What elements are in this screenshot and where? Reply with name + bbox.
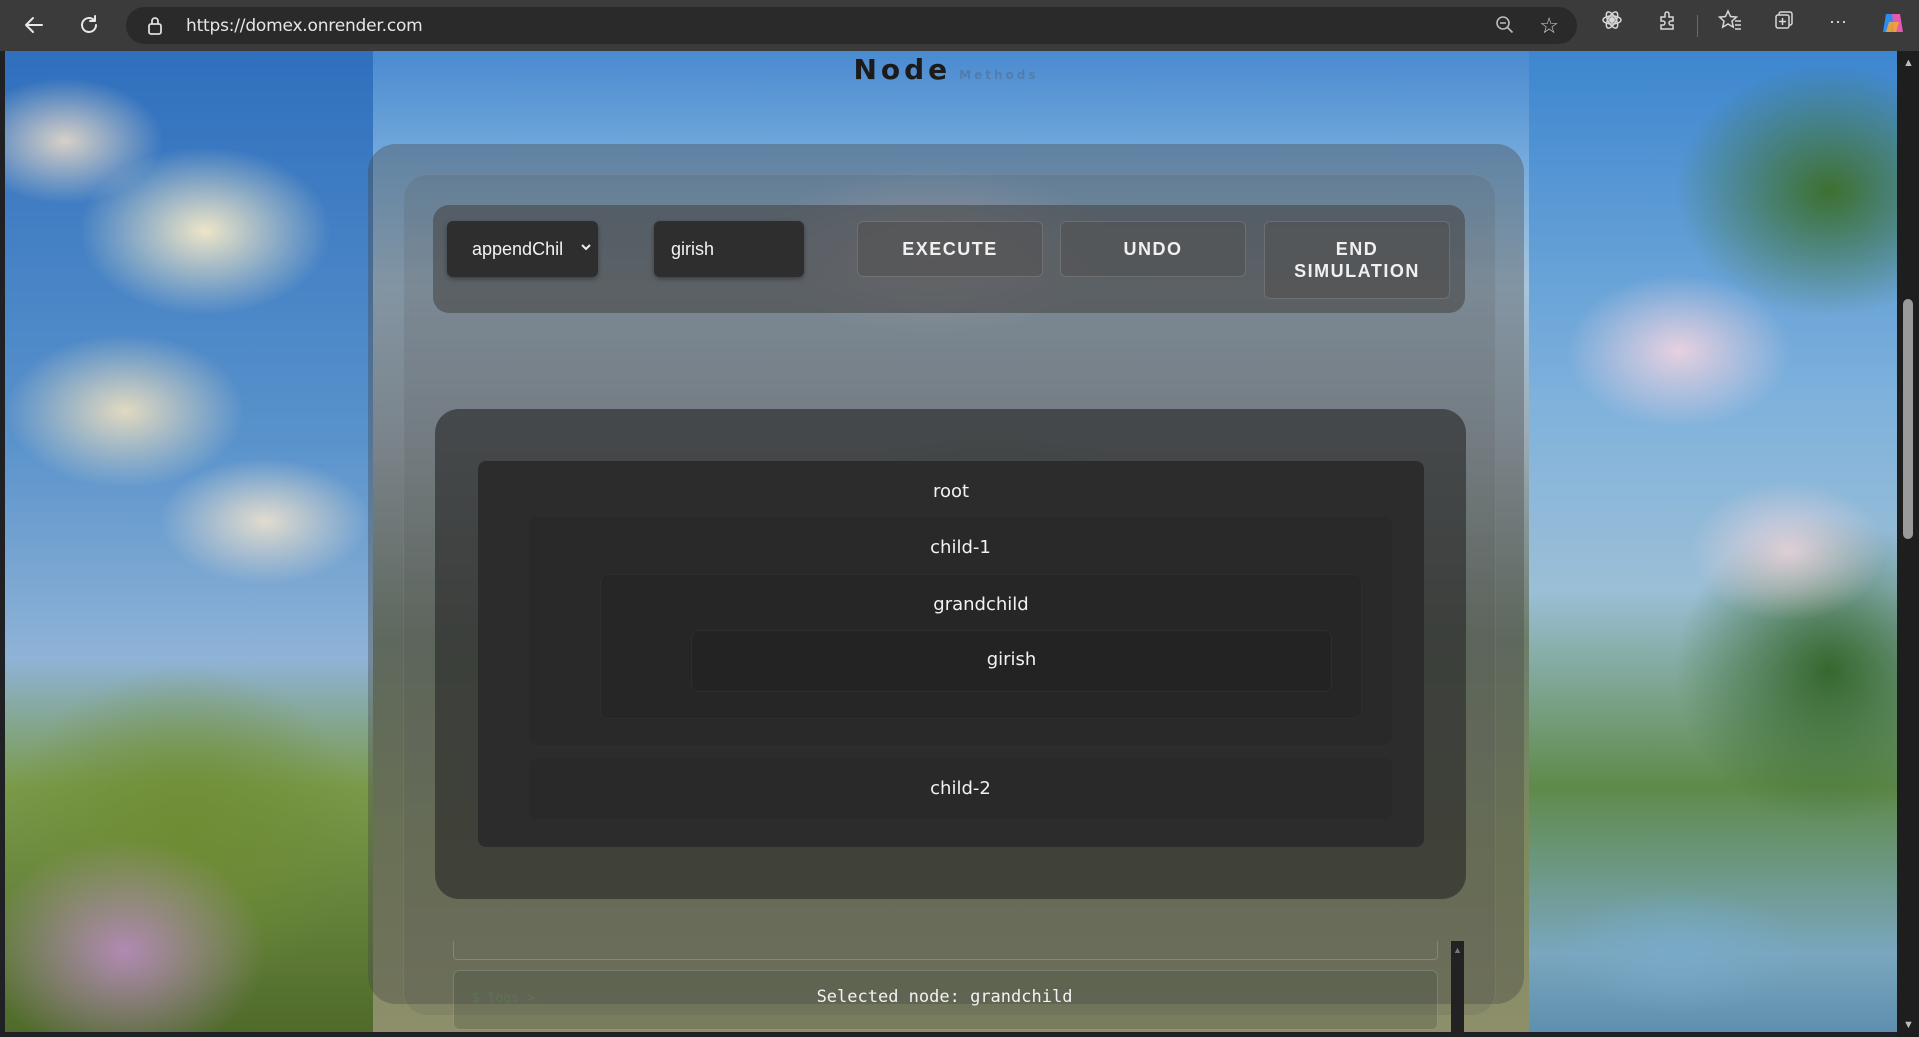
favorites-icon[interactable]	[1717, 9, 1742, 36]
copilot-extension-icon[interactable]	[1601, 9, 1623, 36]
copilot-icon[interactable]	[1880, 10, 1906, 41]
page-subtitle: Methods	[959, 68, 1039, 82]
background-art-left	[5, 51, 373, 1032]
tree-node-girish[interactable]: girish	[691, 630, 1332, 692]
tree-node-label: grandchild	[933, 594, 1029, 615]
node-value-input[interactable]: girish	[654, 221, 804, 277]
background-art-right	[1529, 51, 1897, 1032]
page-header: Node Methods	[368, 53, 1524, 86]
zoom-icon[interactable]	[1495, 15, 1515, 40]
address-bar[interactable]: https://domex.onrender.com ☆	[126, 7, 1577, 44]
undo-button[interactable]: UNDO	[1060, 221, 1246, 277]
scroll-down-arrow-icon[interactable]: ▼	[1903, 1019, 1914, 1031]
scroll-up-arrow-icon[interactable]: ▲	[1903, 57, 1914, 69]
toolbar-divider	[1697, 15, 1698, 37]
tree-node-label: girish	[986, 649, 1037, 670]
scroll-up-arrow-icon[interactable]: ▲	[1453, 945, 1462, 955]
tree-node-label: root	[932, 481, 970, 502]
console-previous-entry	[453, 941, 1438, 960]
execute-button[interactable]: EXECUTE	[857, 221, 1043, 277]
tree-node-label: child-2	[930, 778, 991, 799]
reload-icon[interactable]	[71, 7, 107, 43]
collections-icon[interactable]	[1773, 9, 1795, 36]
end-simulation-label-2: SIMULATION	[1294, 261, 1420, 281]
method-select[interactable]: appendChil	[447, 221, 598, 277]
console-message: Selected node: grandchild	[816, 987, 1073, 1007]
browser-toolbar: https://domex.onrender.com ☆ ⋯	[0, 0, 1919, 51]
favorite-star-icon[interactable]: ☆	[1539, 13, 1559, 39]
end-simulation-button[interactable]: END SIMULATION	[1264, 221, 1450, 299]
chevron-down-icon	[580, 239, 592, 255]
more-menu-icon[interactable]: ⋯	[1829, 12, 1848, 33]
url-text[interactable]: https://domex.onrender.com	[186, 16, 423, 36]
back-icon[interactable]	[16, 7, 52, 43]
end-simulation-label-1: END	[1335, 239, 1379, 259]
tree-node-label: child-1	[930, 537, 991, 558]
extensions-icon[interactable]	[1657, 9, 1679, 36]
tree-node-child-2[interactable]: child-2	[529, 758, 1392, 819]
scrollbar-thumb[interactable]	[1903, 299, 1913, 539]
page-title: Node	[853, 53, 952, 86]
page-scrollbar[interactable]: ▲ ▼	[1897, 51, 1919, 1037]
site-info-icon[interactable]	[146, 16, 164, 41]
console-scrollbar[interactable]: ▲	[1451, 941, 1464, 1037]
method-select-value: appendChil	[472, 238, 564, 259]
